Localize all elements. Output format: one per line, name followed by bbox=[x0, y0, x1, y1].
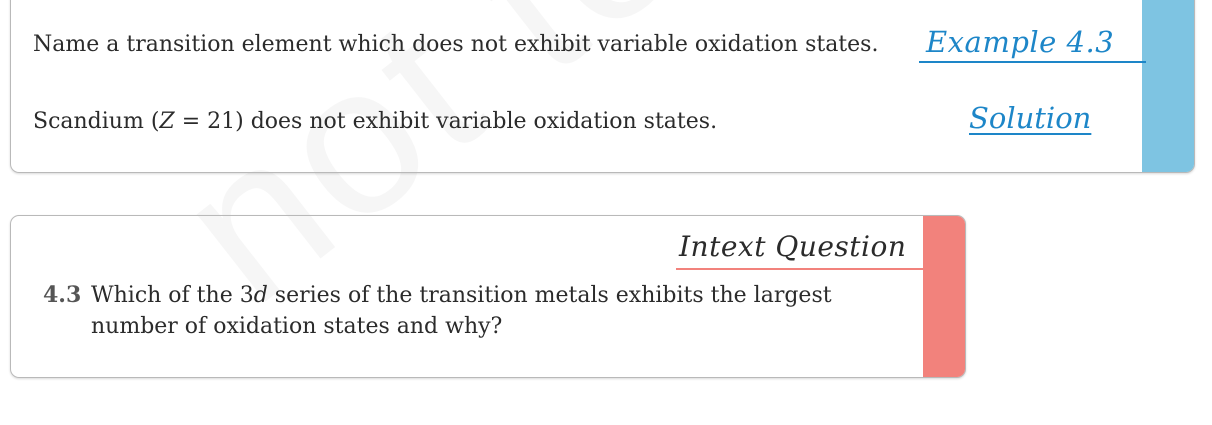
example-label-rule bbox=[919, 61, 1146, 63]
solution-label: Solution bbox=[969, 101, 1092, 135]
intext-title: Intext Question bbox=[679, 230, 907, 263]
question-text: Which of the 3d series of the transition… bbox=[91, 280, 891, 342]
question-text-part1: Which of the 3 bbox=[91, 283, 254, 308]
example-label: Example 4.3 bbox=[926, 25, 1115, 59]
example-question: Name a transition element which does not… bbox=[33, 32, 879, 57]
intext-side-bar bbox=[923, 216, 965, 377]
question-number: 4.3 bbox=[43, 282, 82, 308]
example-box: Name a transition element which does not… bbox=[10, 0, 1195, 173]
example-side-bar bbox=[1142, 0, 1194, 172]
answer-suffix: = 21) does not exhibit variable oxidatio… bbox=[174, 109, 718, 134]
answer-prefix: Scandium ( bbox=[33, 109, 160, 134]
example-answer: Scandium (Z = 21) does not exhibit varia… bbox=[33, 106, 717, 137]
intext-question-box: Intext Question 4.3 Which of the 3d seri… bbox=[10, 215, 966, 378]
question-text-italic: d bbox=[253, 283, 268, 308]
intext-title-rule bbox=[676, 268, 926, 270]
answer-z-variable: Z bbox=[159, 109, 175, 134]
